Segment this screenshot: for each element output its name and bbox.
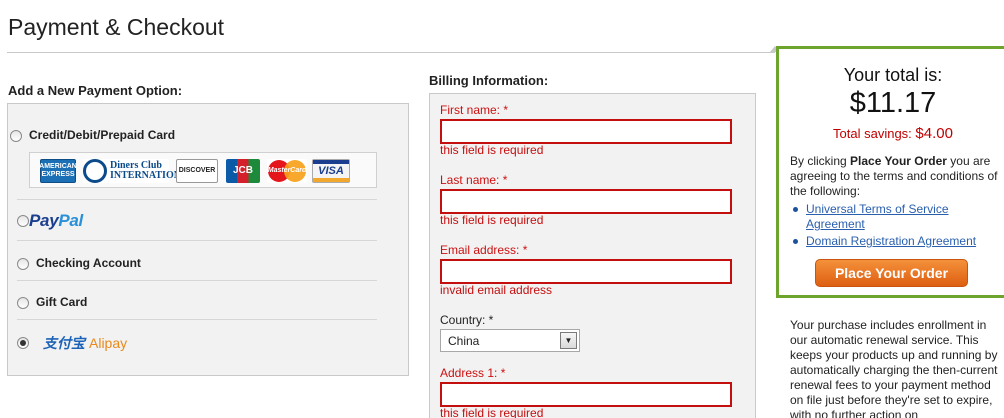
page-title: Payment & Checkout: [8, 14, 225, 40]
amex-logo-icon: AMERICAN EXPRESS: [39, 159, 77, 183]
billing-heading: Billing Information:: [429, 73, 549, 88]
option-divider: [17, 199, 377, 200]
email-label: Email address: *: [440, 243, 528, 257]
terms-link-item: Domain Registration Agreement: [793, 234, 1004, 250]
radio-gift-card[interactable]: [17, 297, 29, 309]
payment-option-card-label: Credit/Debit/Prepaid Card: [29, 128, 176, 142]
option-divider: [17, 319, 377, 320]
jcb-logo-icon: JCB: [226, 159, 260, 183]
email-error: invalid email address: [440, 283, 553, 297]
total-amount: $11.17: [849, 87, 937, 119]
radio-alipay[interactable]: [17, 337, 29, 349]
option-divider: [17, 240, 377, 241]
first-name-error: this field is required: [440, 143, 544, 157]
country-select-value: China: [448, 334, 480, 348]
last-name-field[interactable]: [440, 189, 732, 214]
title-divider: [7, 52, 775, 53]
paypal-logo: PayPal: [29, 211, 83, 230]
visa-logo-icon: VISA: [312, 159, 350, 183]
last-name-error: this field is required: [440, 213, 544, 227]
address1-label: Address 1: *: [440, 366, 506, 380]
payment-options-heading: Add a New Payment Option:: [8, 83, 183, 98]
bullet-icon: [793, 207, 798, 212]
total-label: Your total is:: [843, 65, 943, 85]
address1-field[interactable]: [440, 382, 732, 407]
first-name-field[interactable]: [440, 119, 732, 144]
place-order-button[interactable]: Place Your Order: [815, 259, 968, 287]
country-label: Country: *: [440, 313, 494, 327]
chevron-down-icon[interactable]: ▼: [560, 332, 577, 349]
radio-checking[interactable]: [17, 258, 29, 270]
terms-link-item: Universal Terms of Service Agreement: [793, 202, 1004, 234]
universal-terms-link[interactable]: Universal Terms of Service Agreement: [806, 202, 976, 232]
payment-option-checking-label: Checking Account: [36, 256, 141, 270]
domain-registration-link[interactable]: Domain Registration Agreement: [806, 234, 1004, 249]
alipay-logo: 支付宝 Alipay: [43, 335, 128, 351]
payment-option-gift-card-label: Gift Card: [36, 295, 88, 309]
radio-paypal[interactable]: [17, 215, 29, 227]
mastercard-logo-icon: MasterCard: [267, 159, 307, 183]
discover-logo-icon: DISCOVER: [176, 159, 218, 183]
auto-renewal-notice: Your purchase includes enrollment in our…: [790, 318, 998, 418]
last-name-label: Last name: *: [440, 173, 508, 187]
option-divider: [17, 280, 377, 281]
terms-agreement-text: By clicking Place Your Order you are agr…: [790, 154, 998, 198]
country-select[interactable]: China ▼: [440, 329, 580, 352]
address1-error: this field is required: [440, 406, 544, 418]
diners-club-logo-icon: Diners Club INTERNATIONAL: [83, 159, 195, 183]
accepted-cards-strip: AMERICAN EXPRESS Diners Club INTERNATION…: [29, 152, 377, 188]
savings-text: Total savings: $4.00: [779, 125, 1004, 142]
savings-amount: $4.00: [915, 125, 953, 142]
bullet-icon: [793, 239, 798, 244]
savings-label: Total savings:: [833, 126, 912, 141]
email-field[interactable]: [440, 259, 732, 284]
first-name-label: First name: *: [440, 103, 509, 117]
order-summary-box: Your total is: $11.17 Total savings: $4.…: [776, 46, 1004, 298]
